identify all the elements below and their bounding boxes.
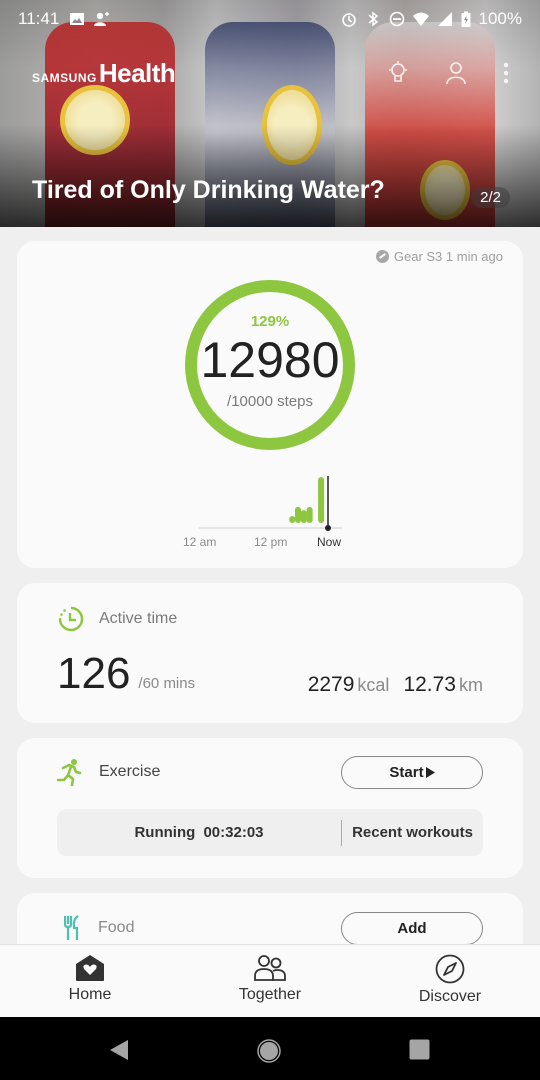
- back-button[interactable]: [108, 1039, 130, 1061]
- distance-value: 12.73: [403, 673, 456, 696]
- lightbulb-icon[interactable]: [386, 60, 410, 86]
- nav-together[interactable]: Together: [180, 945, 360, 1017]
- recents-button[interactable]: [409, 1039, 430, 1060]
- more-options-icon[interactable]: [502, 60, 510, 86]
- wifi-icon: [412, 12, 429, 26]
- steps-progress-ring: 129% 12980 /10000 steps: [182, 277, 358, 453]
- tick-label-now: Now: [317, 535, 342, 549]
- nav-together-label: Together: [238, 986, 302, 1003]
- exercise-header: Exercise: [57, 758, 160, 786]
- last-workout[interactable]: Running 00:32:03: [57, 824, 341, 841]
- add-label: Add: [397, 920, 427, 937]
- home-button[interactable]: [257, 1039, 281, 1063]
- exercise-card[interactable]: Exercise Start Running 00:32:03 Recent w…: [17, 738, 523, 878]
- tick-label-12am: 12 am: [183, 535, 217, 549]
- calories-value: 2279: [307, 673, 355, 696]
- status-bar: 11:41 100%: [0, 0, 540, 38]
- nav-home-label: Home: [68, 986, 112, 1003]
- battery-charging-icon: [461, 11, 471, 27]
- compass-icon: [435, 954, 465, 984]
- data-source: Gear S3 1 min ago: [375, 249, 503, 264]
- active-time-value: 126 /60 mins: [57, 649, 195, 699]
- start-exercise-button[interactable]: Start: [341, 756, 483, 789]
- nav-home[interactable]: Home: [0, 945, 180, 1017]
- hero-banner[interactable]: 11:41 100% SAMSUNG Health Tired of Only …: [0, 0, 540, 227]
- fork-knife-icon: [64, 915, 79, 940]
- steps-goal: /10000 steps: [227, 393, 313, 410]
- source-label: Gear S3 1 min ago: [393, 249, 503, 264]
- timeline-bar: [289, 516, 296, 523]
- nav-discover-label: Discover: [418, 988, 482, 1005]
- active-time-card[interactable]: Active time 126 /60 mins 2279 kcal 12.73 k…: [17, 583, 523, 723]
- timeline-bar: [318, 477, 325, 523]
- app-logo: SAMSUNG Health: [32, 58, 176, 89]
- exercise-summary-strip: Running 00:32:03 Recent workouts: [57, 809, 483, 856]
- steps-count: 12980: [200, 332, 340, 388]
- tick-label-12pm: 12 pm: [254, 535, 288, 549]
- system-navigation-bar: [0, 1017, 540, 1080]
- distance-unit: km: [459, 675, 483, 695]
- last-workout-type: Running: [134, 824, 196, 841]
- active-goal: /60 mins: [138, 675, 196, 692]
- brand-prefix: SAMSUNG: [32, 71, 97, 85]
- status-time: 11:41: [18, 9, 60, 28]
- battery-percent: 100%: [478, 9, 522, 28]
- active-extras: 2279 kcal 12.73 km: [308, 673, 483, 697]
- do-not-disturb-icon: [389, 11, 404, 27]
- timeline-bars: [289, 477, 325, 523]
- watch-sync-icon: [375, 250, 389, 263]
- last-workout-duration: 00:32:03: [203, 824, 264, 841]
- timeline-bar: [306, 506, 313, 523]
- home-heart-icon: [76, 955, 104, 981]
- nav-discover[interactable]: Discover: [360, 945, 540, 1017]
- add-food-button[interactable]: Add: [341, 912, 483, 945]
- active-time-icon: [58, 606, 84, 632]
- contact-add-icon: [94, 12, 110, 26]
- header-actions: [386, 60, 510, 86]
- image-icon: [70, 13, 85, 25]
- alarm-icon: [341, 13, 356, 27]
- food-label: Food: [98, 919, 135, 936]
- food-header: Food: [64, 915, 134, 941]
- bluetooth-icon: [368, 11, 378, 27]
- hero-title[interactable]: Tired of Only Drinking Water?: [32, 176, 385, 205]
- running-icon: [57, 759, 82, 786]
- now-marker-dot: [325, 525, 331, 531]
- start-label: Start: [389, 764, 424, 781]
- recent-workouts-button[interactable]: Recent workouts: [342, 824, 483, 841]
- timeline-bar: [295, 506, 301, 523]
- timeline-bar: [300, 510, 307, 523]
- active-time-label: Active time: [99, 610, 178, 627]
- bottom-navigation: Home Together Discover: [0, 944, 540, 1017]
- hero-page-counter: 2/2: [471, 187, 510, 208]
- steps-percent: 129%: [250, 313, 290, 330]
- people-icon: [254, 955, 286, 981]
- exercise-label: Exercise: [99, 763, 161, 780]
- active-minutes: 126: [57, 649, 131, 698]
- brand-name: Health: [98, 58, 176, 88]
- active-time-header: Active time: [57, 605, 177, 633]
- samsung-health-home: 11:41 100% SAMSUNG Health Tired of Only …: [0, 0, 540, 1080]
- steps-card[interactable]: Gear S3 1 min ago 129% 12980 /10000 step…: [17, 241, 523, 568]
- signal-icon: [437, 12, 452, 26]
- play-icon: [425, 767, 435, 778]
- calories-unit: kcal: [357, 675, 390, 695]
- profile-icon[interactable]: [444, 60, 468, 86]
